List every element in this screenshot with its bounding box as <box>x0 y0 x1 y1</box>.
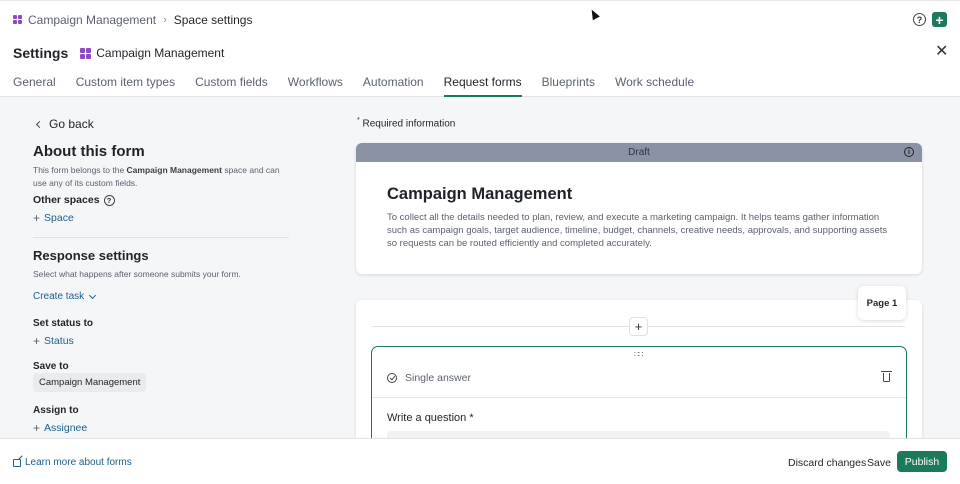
help-circle-icon[interactable]: ? <box>913 13 926 26</box>
check-circle-icon <box>387 373 397 383</box>
publish-button[interactable]: Publish <box>897 451 947 472</box>
chevron-down-icon <box>89 291 97 299</box>
response-settings-description: Select what happens after someone submit… <box>33 269 241 279</box>
save-button[interactable]: Save <box>867 457 891 469</box>
footer-bar: Learn more about forms Discard changes S… <box>0 438 960 484</box>
close-icon[interactable]: ✕ <box>935 44 948 60</box>
help-circle-icon[interactable]: ? <box>103 194 115 206</box>
info-icon[interactable]: i <box>904 147 914 157</box>
top-bar: Campaign Management › Space settings ? + <box>0 0 960 38</box>
question-label: Write a question * <box>387 412 474 424</box>
add-new-button[interactable]: + <box>932 12 947 27</box>
other-spaces-label: Other spaces ? <box>33 194 115 206</box>
chevron-left-icon <box>35 120 44 128</box>
tab-request-forms[interactable]: Request forms <box>443 68 522 97</box>
required-info-note: * Required information <box>357 117 456 130</box>
settings-tabs: General Custom item types Custom fields … <box>0 68 960 97</box>
add-question-button[interactable]: + <box>629 317 648 336</box>
form-header-card: Draft i Campaign Management To collect a… <box>356 143 922 274</box>
response-settings-heading: Response settings <box>33 248 149 263</box>
tab-blueprints[interactable]: Blueprints <box>542 68 595 97</box>
drag-handle-icon[interactable]: ∷∷ <box>634 351 643 359</box>
save-to-label: Save to <box>33 361 69 372</box>
tab-general[interactable]: General <box>13 68 56 97</box>
save-to-chip[interactable]: Campaign Management <box>33 373 147 392</box>
plus-icon: + <box>33 211 41 225</box>
breadcrumb-space-link[interactable]: Campaign Management <box>28 13 156 27</box>
about-form-heading: About this form <box>33 143 145 160</box>
discard-changes-button[interactable]: Discard changes <box>788 457 866 469</box>
add-status-button[interactable]: + Status <box>33 334 74 348</box>
assign-to-label: Assign to <box>33 405 79 416</box>
tab-custom-fields[interactable]: Custom fields <box>195 68 268 97</box>
about-form-description: This form belongs to the Campaign Manage… <box>33 165 280 188</box>
page-tab[interactable]: Page 1 <box>858 286 906 320</box>
settings-header: Settings Campaign Management ✕ <box>0 38 960 68</box>
add-assignee-button[interactable]: + Assignee <box>33 421 87 435</box>
tab-custom-item-types[interactable]: Custom item types <box>76 68 175 97</box>
chevron-right-icon: › <box>163 13 167 26</box>
tab-automation[interactable]: Automation <box>363 68 424 97</box>
trash-icon[interactable] <box>881 371 892 382</box>
external-link-icon <box>13 458 21 467</box>
question-card[interactable]: ∷∷ Single answer Write a question * <box>371 346 907 438</box>
divider <box>372 397 906 398</box>
tab-workflows[interactable]: Workflows <box>288 68 343 97</box>
settings-space-name: Campaign Management <box>96 46 225 60</box>
plus-icon: + <box>33 421 41 435</box>
main-content: Go back About this form This form belong… <box>0 97 960 438</box>
breadcrumb-current: Space settings <box>173 12 253 27</box>
go-back-label: Go back <box>49 117 94 131</box>
space-grid-icon <box>13 15 22 24</box>
add-space-button[interactable]: + Space <box>33 211 74 225</box>
question-type[interactable]: Single answer <box>387 372 471 384</box>
go-back-link[interactable]: Go back <box>33 117 94 131</box>
tab-work-schedule[interactable]: Work schedule <box>615 68 694 97</box>
plus-icon: + <box>33 334 41 348</box>
mouse-cursor-icon <box>588 7 600 21</box>
settings-title: Settings <box>13 45 69 61</box>
question-input[interactable] <box>387 431 890 438</box>
create-task-dropdown[interactable]: Create task <box>33 291 97 302</box>
learn-more-link[interactable]: Learn more about forms <box>13 457 132 468</box>
set-status-label: Set status to <box>33 318 94 329</box>
form-description[interactable]: To collect all the details needed to pla… <box>387 211 899 250</box>
divider <box>33 237 289 238</box>
draft-status-bar: Draft i <box>356 143 922 162</box>
space-grid-icon <box>80 47 92 59</box>
form-title[interactable]: Campaign Management <box>387 185 572 204</box>
draft-label: Draft <box>628 147 650 158</box>
